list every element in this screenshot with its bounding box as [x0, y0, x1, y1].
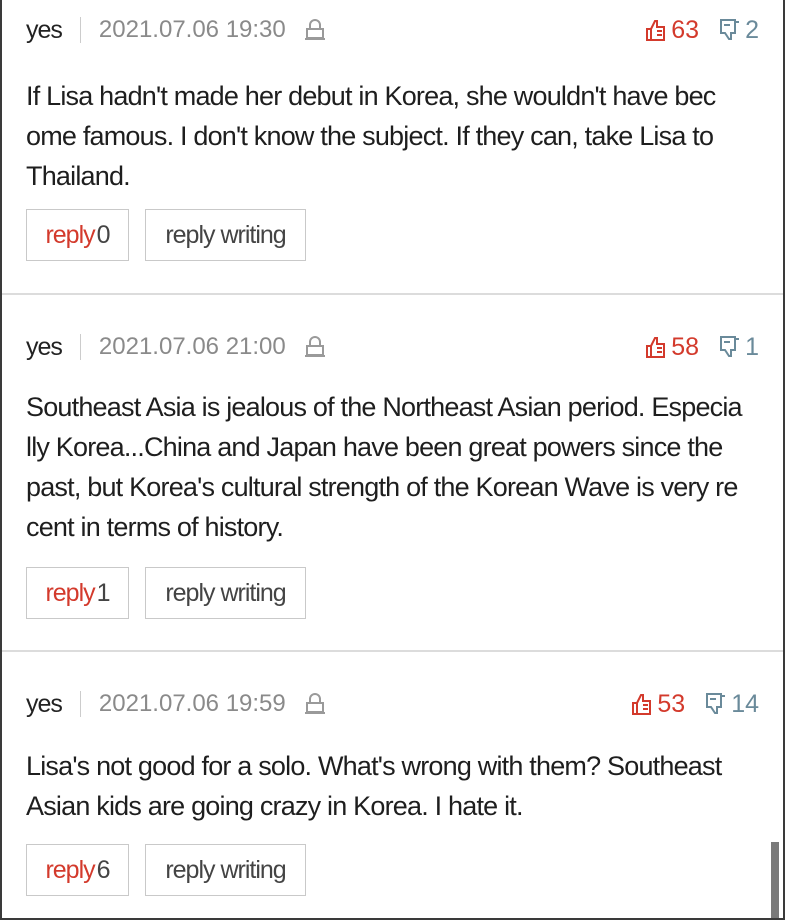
reply-button[interactable]: reply 6 — [26, 844, 129, 896]
comment-meta: yes 2021.07.06 21:00 58 1 — [26, 329, 759, 365]
thumbs-down-icon — [719, 18, 741, 42]
comment-date: 2021.07.06 19:30 — [98, 16, 286, 43]
reply-count: 1 — [96, 578, 111, 607]
comment-item: yes 2021.07.06 19:30 63 2 If Lisa hadn't… — [2, 0, 783, 295]
upvote-button[interactable]: 63 — [645, 16, 699, 45]
downvote-button[interactable]: 2 — [719, 16, 759, 45]
reply-label: reply — [45, 578, 95, 607]
thumbs-up-icon — [645, 335, 667, 359]
vote-group: 58 1 — [645, 333, 759, 362]
comment-list: yes 2021.07.06 19:30 63 2 If Lisa hadn't… — [0, 0, 785, 920]
comment-actions: reply 1 reply writing — [26, 567, 306, 619]
upvote-button[interactable]: 53 — [631, 690, 685, 719]
comment-meta: yes 2021.07.06 19:30 63 2 — [26, 12, 759, 48]
comment-meta: yes 2021.07.06 19:59 53 14 — [26, 686, 759, 722]
comment-date: 2021.07.06 19:59 — [98, 690, 286, 717]
reply-label: reply — [45, 855, 95, 884]
downvote-count: 1 — [745, 332, 759, 361]
meta-separator — [79, 17, 81, 43]
vote-group: 63 2 — [645, 16, 759, 45]
comment-item: yes 2021.07.06 21:00 58 1 Southeast Asia… — [2, 295, 783, 652]
upvote-count: 53 — [657, 689, 686, 718]
lock-icon — [304, 335, 326, 359]
upvote-button[interactable]: 58 — [645, 333, 699, 362]
comment-text: Southeast Asia is jealous of the Northea… — [26, 392, 743, 542]
reply-label: reply — [45, 220, 95, 249]
reply-writing-button[interactable]: reply writing — [145, 844, 306, 896]
upvote-count: 58 — [671, 332, 700, 361]
comment-author: yes — [26, 689, 63, 718]
reply-writing-button[interactable]: reply writing — [145, 567, 306, 619]
thumbs-down-icon — [705, 692, 727, 716]
downvote-button[interactable]: 1 — [719, 333, 759, 362]
comment-author: yes — [26, 332, 63, 361]
downvote-count: 14 — [731, 689, 759, 718]
comment-text: If Lisa hadn't made her debut in Korea, … — [26, 81, 716, 191]
reply-button[interactable]: reply 0 — [26, 209, 129, 261]
reply-count: 6 — [96, 855, 111, 884]
reply-button[interactable]: reply 1 — [26, 567, 129, 619]
downvote-count: 2 — [745, 15, 759, 44]
meta-separator — [79, 334, 81, 360]
reply-writing-button[interactable]: reply writing — [145, 209, 306, 261]
comment-text: Lisa's not good for a solo. What's wrong… — [26, 751, 722, 821]
lock-icon — [304, 692, 326, 716]
reply-count: 0 — [96, 220, 111, 249]
scrollbar-thumb[interactable] — [771, 842, 779, 918]
thumbs-up-icon — [631, 692, 653, 716]
thumbs-down-icon — [719, 335, 741, 359]
comment-actions: reply 0 reply writing — [26, 209, 306, 261]
upvote-count: 63 — [671, 15, 700, 44]
comment-date: 2021.07.06 21:00 — [98, 333, 286, 360]
thumbs-up-icon — [645, 18, 667, 42]
downvote-button[interactable]: 14 — [705, 690, 759, 719]
comment-actions: reply 6 reply writing — [26, 844, 306, 896]
lock-icon — [304, 18, 326, 42]
vote-group: 53 14 — [631, 690, 759, 719]
meta-separator — [79, 691, 81, 717]
comment-author: yes — [26, 15, 63, 44]
comment-item: yes 2021.07.06 19:59 53 14 Lisa's not go… — [2, 652, 783, 918]
